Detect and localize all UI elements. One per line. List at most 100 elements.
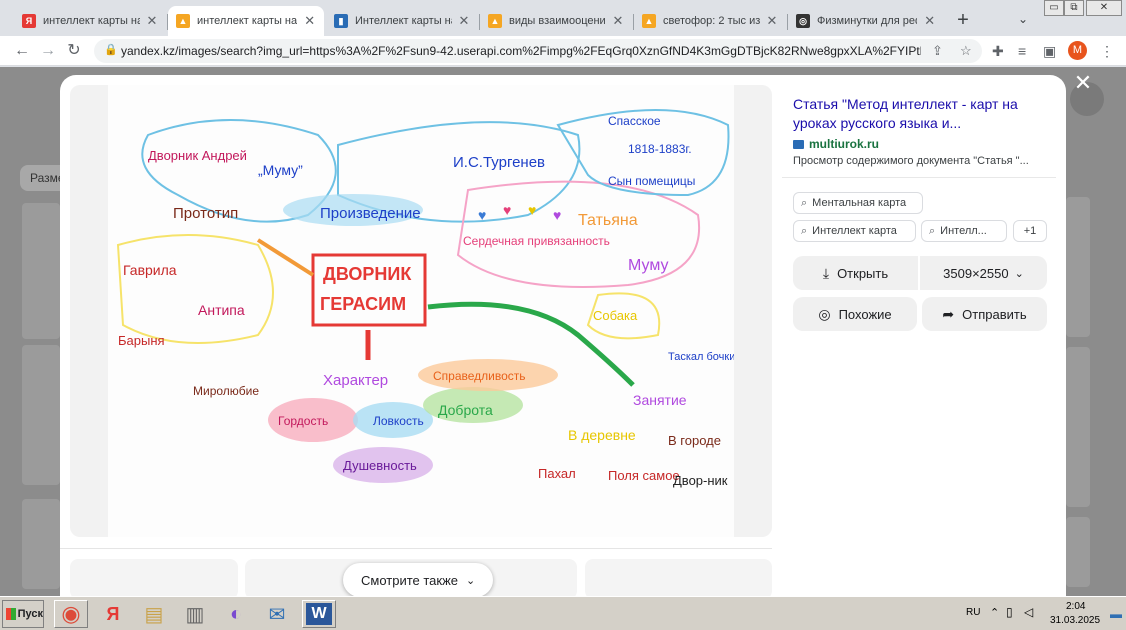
profile-avatar[interactable]: M xyxy=(1068,41,1087,60)
tab-3[interactable]: ▮ Интеллект карты на уро ✕ xyxy=(326,6,478,36)
svg-text:♥: ♥ xyxy=(503,202,511,218)
close-tab-icon[interactable]: ✕ xyxy=(146,13,158,29)
see-also-button[interactable]: Смотрите также ⌄ xyxy=(343,563,494,597)
printer-icon: ▥ xyxy=(185,603,205,626)
taskbar-mail[interactable]: ✉ xyxy=(260,600,294,628)
node-label: И.С.Тургенев xyxy=(453,154,545,171)
center-node-line2: ГЕРАСИМ xyxy=(320,294,406,314)
taskbar-printer[interactable]: ▥ xyxy=(178,600,212,628)
share-label: Отправить xyxy=(962,306,1027,322)
chip-label: Ментальная карта xyxy=(812,197,907,209)
tag-chip[interactable]: ⌕ Ментальная карта xyxy=(793,192,923,214)
tab-label: Физминутки для рефлек xyxy=(817,15,917,27)
node-label: Прототип xyxy=(173,205,238,222)
tray-expand-icon[interactable]: ⌃ xyxy=(990,606,999,619)
taskbar-explorer[interactable]: ▤ xyxy=(137,600,171,628)
start-button[interactable]: Пуск xyxy=(2,600,44,628)
tab-6[interactable]: ◎ Физминутки для рефлек ✕ xyxy=(788,6,944,36)
image-panel[interactable]: ДВОРНИК ГЕРАСИМ Дворник Андрей „Муму” И.… xyxy=(70,85,772,537)
address-bar[interactable]: 🔒 yandex.kz/images/search?img_url=https%… xyxy=(94,39,982,63)
show-desktop-icon[interactable]: ▬ xyxy=(1110,607,1122,621)
node-label: „Муму” xyxy=(258,162,303,178)
forward-button[interactable]: → xyxy=(38,41,58,61)
close-tab-icon[interactable]: ✕ xyxy=(766,13,778,29)
browser-toolbar: ← → ↻ 🔒 yandex.kz/images/search?img_url=… xyxy=(0,36,1126,66)
tab-4[interactable]: ▲ виды взаимооценивания ✕ xyxy=(480,6,632,36)
taskbar-yandex[interactable]: Я xyxy=(96,600,130,628)
new-tab-button[interactable]: + xyxy=(952,10,974,32)
tag-chip[interactable]: ⌕ Интелл... xyxy=(921,220,1007,242)
similar-button[interactable]: ◎ Похожие xyxy=(793,297,917,331)
node-label: Доброта xyxy=(438,402,493,418)
minimize-button[interactable]: ▭ xyxy=(1044,0,1064,16)
source-title-link[interactable]: Статья "Метод интеллект - карт на уроках… xyxy=(793,95,1043,133)
menu-icon[interactable]: ⋮ xyxy=(1100,43,1114,60)
result-thumbnail xyxy=(1066,197,1090,337)
tag-chip[interactable]: ⌕ Интеллект карта xyxy=(793,220,916,242)
related-card[interactable] xyxy=(585,559,772,599)
taskbar-word[interactable]: W xyxy=(302,600,336,628)
close-modal-icon[interactable]: ✕ xyxy=(1072,70,1094,96)
tab-search-icon[interactable]: ⌄ xyxy=(1018,12,1028,26)
url-text[interactable]: yandex.kz/images/search?img_url=https%3A… xyxy=(121,44,921,58)
svg-text:♥: ♥ xyxy=(528,202,536,218)
info-panel-lower xyxy=(782,348,1056,596)
close-tab-icon[interactable]: ✕ xyxy=(612,13,624,29)
reload-button[interactable]: ↻ xyxy=(64,41,84,61)
bookmark-star-icon[interactable]: ☆ xyxy=(960,43,972,59)
volume-icon[interactable]: ◁ xyxy=(1024,605,1033,619)
node-label: В деревне xyxy=(568,427,636,443)
tab-2-active[interactable]: ▲ интеллект карты на уро ✕ xyxy=(168,6,324,36)
chevron-down-icon: ⌄ xyxy=(1014,267,1024,280)
site-favicon-icon xyxy=(793,139,804,149)
windows-taskbar: Пуск ◉ Я ▤ ▥ ◐ ✉ W RU ⌃ ▯ ◁ 2:04 31.03.2… xyxy=(0,596,1126,630)
more-tags-chip[interactable]: +1 xyxy=(1013,220,1047,242)
image-icon: ▲ xyxy=(642,14,656,28)
search-icon: ⌕ xyxy=(801,224,808,237)
globe-icon: ◎ xyxy=(796,14,810,28)
taskbar-yandex-browser[interactable]: ◐ xyxy=(219,600,253,628)
image-viewer-modal: ДВОРНИК ГЕРАСИМ Дворник Андрей „Муму” И.… xyxy=(60,75,1066,599)
size-select-button[interactable]: 3509×2550 ⌄ xyxy=(920,256,1047,290)
restore-button[interactable]: ⧉ xyxy=(1064,0,1084,16)
open-label: Открыть xyxy=(837,265,889,281)
extensions-icon[interactable]: ✚ xyxy=(992,43,1004,60)
media-control-icon[interactable]: ≡ xyxy=(1018,43,1026,59)
share-button[interactable]: ➦ Отправить xyxy=(922,297,1047,331)
tab-5[interactable]: ▲ светофор: 2 тыс изобра ✕ xyxy=(634,6,786,36)
tray-device-icon[interactable]: ▯ xyxy=(1006,605,1013,619)
close-tab-icon[interactable]: ✕ xyxy=(458,13,470,29)
image-icon: ▲ xyxy=(488,14,502,28)
tab-label: Интеллект карты на уро xyxy=(355,15,452,27)
back-button[interactable]: ← xyxy=(12,41,32,61)
open-button[interactable]: ⤓ Открыть xyxy=(793,256,918,290)
folder-icon: ▤ xyxy=(144,603,164,626)
lock-icon[interactable]: 🔒 xyxy=(104,43,118,56)
browser-window: Я интеллект карты на урок ✕ ▲ интеллект … xyxy=(0,0,1126,599)
result-thumbnail xyxy=(22,499,60,589)
node-label: Поля самое xyxy=(608,468,680,483)
language-indicator[interactable]: RU xyxy=(966,607,980,618)
node-label: Спасское xyxy=(608,114,661,128)
close-window-button[interactable]: ✕ xyxy=(1086,0,1122,16)
node-label: Занятие xyxy=(633,392,687,408)
svg-text:♥: ♥ xyxy=(478,207,486,223)
chevron-down-icon: ⌄ xyxy=(466,574,476,587)
related-card[interactable] xyxy=(70,559,238,599)
lens-icon: ◎ xyxy=(818,305,831,322)
tab-1[interactable]: Я интеллект карты на урок ✕ xyxy=(14,6,166,36)
source-site[interactable]: multiurok.ru xyxy=(793,137,879,151)
source-description: Просмотр содержимого документа "Статья "… xyxy=(793,155,1029,167)
node-label: Собака xyxy=(593,308,638,323)
close-tab-icon[interactable]: ✕ xyxy=(923,13,936,29)
tab-label: светофор: 2 тыс изобра xyxy=(663,15,760,27)
share-icon[interactable]: ⇪ xyxy=(932,43,943,59)
clock-date[interactable]: 31.03.2025 xyxy=(1050,615,1100,626)
side-panel-icon[interactable]: ▣ xyxy=(1043,43,1056,60)
node-label: Произведение xyxy=(320,205,421,222)
clock-time[interactable]: 2:04 xyxy=(1066,601,1085,612)
close-tab-icon[interactable]: ✕ xyxy=(303,13,316,29)
node-label: Муму xyxy=(628,257,669,274)
site-domain[interactable]: multiurok.ru xyxy=(809,137,879,151)
taskbar-chrome[interactable]: ◉ xyxy=(54,600,88,628)
